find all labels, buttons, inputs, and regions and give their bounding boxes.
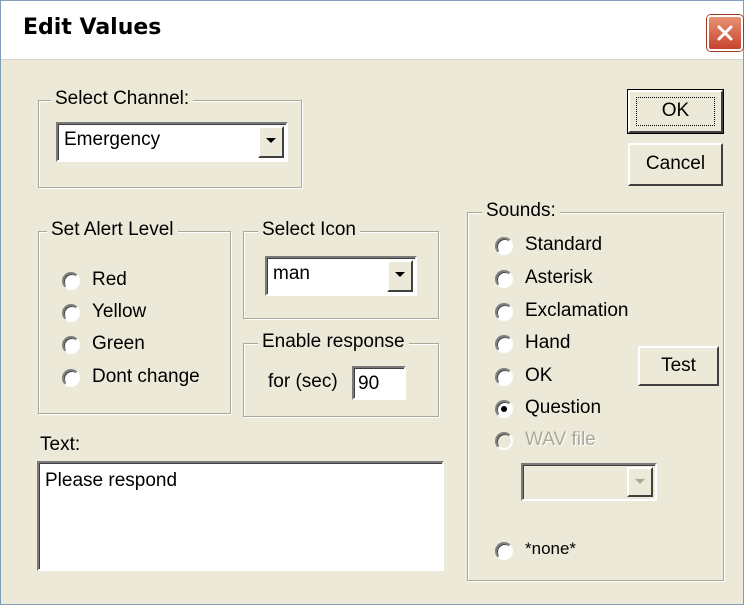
alert-dont-change-label[interactable]: Dont change bbox=[92, 366, 200, 388]
response-group: Enable response for (sec) 90 bbox=[243, 331, 439, 417]
channel-select-value: Emergency bbox=[64, 129, 161, 150]
cancel-button[interactable]: Cancel bbox=[628, 143, 723, 186]
sounds-legend: Sounds: bbox=[482, 200, 560, 222]
message-textarea[interactable]: Please respond bbox=[37, 461, 444, 571]
response-seconds-value: 90 bbox=[358, 373, 380, 394]
window-title: Edit Values bbox=[23, 15, 162, 40]
close-button[interactable] bbox=[707, 15, 743, 51]
icon-dropdown-button[interactable] bbox=[387, 260, 413, 292]
sound-wav-file-label: WAV file bbox=[525, 429, 596, 450]
alert-legend: Set Alert Level bbox=[47, 219, 178, 241]
test-button[interactable]: Test bbox=[638, 346, 719, 386]
alert-green-label[interactable]: Green bbox=[92, 333, 145, 355]
chevron-down-icon bbox=[395, 272, 405, 277]
channel-dropdown-button[interactable] bbox=[258, 126, 284, 158]
sound-ok-label[interactable]: OK bbox=[525, 365, 552, 387]
wav-file-dropdown-button bbox=[627, 467, 653, 497]
sound-hand-radio[interactable] bbox=[495, 335, 513, 353]
channel-select[interactable]: Emergency bbox=[56, 122, 288, 162]
alert-yellow-radio[interactable] bbox=[62, 304, 80, 322]
cancel-button-label: Cancel bbox=[645, 153, 706, 174]
alert-red-radio[interactable] bbox=[62, 272, 80, 290]
test-button-label: Test bbox=[661, 355, 696, 376]
sound-question-radio[interactable] bbox=[495, 400, 513, 418]
sound-standard-label[interactable]: Standard bbox=[525, 234, 602, 256]
sound-standard-radio[interactable] bbox=[495, 237, 513, 255]
message-text: Please respond bbox=[45, 470, 178, 491]
sound-hand-label[interactable]: Hand bbox=[525, 332, 570, 354]
icon-select-value: man bbox=[273, 263, 310, 284]
sound-wav-file-radio bbox=[495, 432, 513, 450]
title-bar: Edit Values bbox=[1, 1, 743, 60]
sound-none-radio[interactable] bbox=[495, 542, 513, 560]
ok-button[interactable]: OK bbox=[627, 89, 724, 134]
edit-values-dialog: Edit Values Select Channel: Emergency OK… bbox=[0, 0, 744, 605]
sound-asterisk-label[interactable]: Asterisk bbox=[525, 267, 593, 289]
chevron-down-icon bbox=[266, 138, 276, 143]
alert-yellow-label[interactable]: Yellow bbox=[92, 301, 146, 323]
sound-exclamation-label[interactable]: Exclamation bbox=[525, 300, 629, 322]
sound-exclamation-radio[interactable] bbox=[495, 303, 513, 321]
icon-legend: Select Icon bbox=[258, 219, 360, 241]
sound-question-label[interactable]: Question bbox=[525, 397, 601, 419]
response-legend: Enable response bbox=[258, 331, 409, 353]
chevron-down-icon bbox=[635, 479, 645, 484]
alert-dont-change-radio[interactable] bbox=[62, 369, 80, 387]
sound-none-label[interactable]: *none* bbox=[525, 539, 576, 559]
icon-select[interactable]: man bbox=[265, 256, 417, 296]
ok-focus-rect bbox=[636, 97, 715, 126]
response-seconds-label: for (sec) bbox=[268, 371, 338, 392]
channel-legend: Select Channel: bbox=[51, 88, 194, 110]
wav-file-select bbox=[521, 463, 657, 501]
channel-group: Select Channel: Emergency bbox=[38, 88, 302, 188]
sound-asterisk-radio[interactable] bbox=[495, 270, 513, 288]
icon-group: Select Icon man bbox=[243, 219, 439, 319]
response-seconds-input[interactable]: 90 bbox=[352, 366, 406, 400]
alert-green-radio[interactable] bbox=[62, 336, 80, 354]
alert-red-label[interactable]: Red bbox=[92, 269, 127, 291]
sound-ok-radio[interactable] bbox=[495, 368, 513, 386]
close-icon bbox=[717, 25, 733, 41]
text-label: Text: bbox=[40, 434, 81, 455]
